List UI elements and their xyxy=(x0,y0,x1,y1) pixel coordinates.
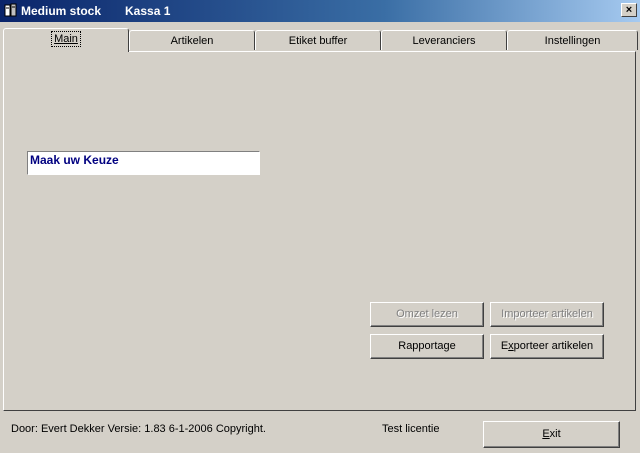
exit-button[interactable]: Exit xyxy=(483,421,620,448)
tab-leveranciers-label: Leveranciers xyxy=(412,35,476,47)
tab-strip: Main Artikelen Etiket buffer Leverancier… xyxy=(3,28,638,52)
status-bar: Door: Evert Dekker Versie: 1.83 6-1-2006… xyxy=(0,413,640,453)
tab-leveranciers[interactable]: Leveranciers xyxy=(381,30,507,50)
importeer-artikelen-button[interactable]: Importeer artikelen xyxy=(490,302,604,327)
omzet-lezen-button[interactable]: Omzet lezen xyxy=(370,302,484,327)
importeer-artikelen-label: Importeer artikelen xyxy=(501,308,593,320)
tab-main-label: Main xyxy=(51,31,81,47)
exporteer-label-suffix: porteer artikelen xyxy=(513,340,594,352)
rapportage-button[interactable]: Rapportage xyxy=(370,334,484,359)
tab-instellingen-label: Instellingen xyxy=(544,35,601,47)
choice-text: Maak uw Keuze xyxy=(30,153,119,167)
window-subtitle: Kassa 1 xyxy=(125,4,171,18)
app-icon xyxy=(4,3,17,17)
tab-instellingen[interactable]: Instellingen xyxy=(507,30,638,50)
tab-etiket-buffer[interactable]: Etiket buffer xyxy=(255,30,381,50)
main-window: Medium stock Kassa 1 × Main Artikelen Et… xyxy=(0,0,640,453)
omzet-lezen-label: Omzet lezen xyxy=(396,308,458,320)
title-bar[interactable]: Medium stock Kassa 1 × xyxy=(0,0,640,22)
close-button[interactable]: × xyxy=(621,3,637,17)
window-title: Medium stock xyxy=(21,4,102,18)
tab-etiket-buffer-label: Etiket buffer xyxy=(288,35,348,47)
version-info: Door: Evert Dekker Versie: 1.83 6-1-2006… xyxy=(11,423,266,435)
rapportage-label: Rapportage xyxy=(398,340,456,352)
exit-label-suffix: xit xyxy=(549,428,561,440)
license-label: Test licentie xyxy=(382,423,440,435)
tab-artikelen[interactable]: Artikelen xyxy=(129,30,255,50)
tab-artikelen-label: Artikelen xyxy=(170,35,214,47)
close-icon: × xyxy=(625,4,633,16)
choice-field[interactable]: Maak uw Keuze xyxy=(27,151,260,175)
tab-main[interactable]: Main xyxy=(3,28,129,52)
exit-label-accel: E xyxy=(542,428,550,440)
exporteer-artikelen-button[interactable]: Exporteer artikelen xyxy=(490,334,604,359)
